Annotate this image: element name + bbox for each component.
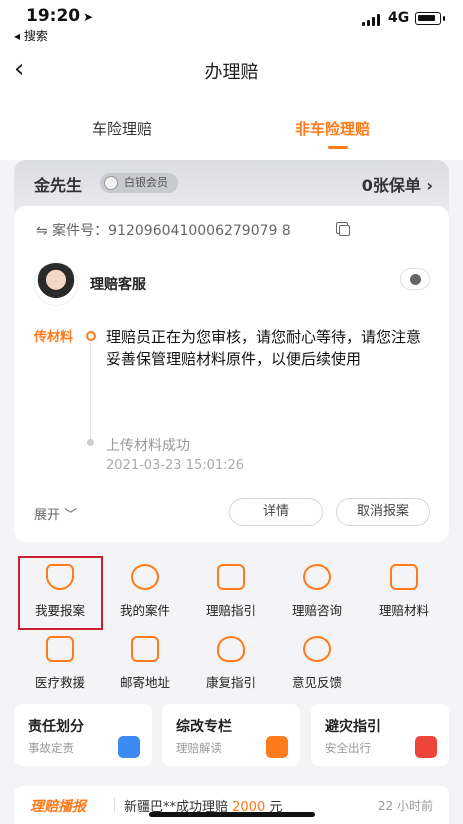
active-tab-indicator bbox=[328, 146, 348, 149]
broadcast-time: 22 小时前 bbox=[377, 799, 433, 813]
grid-label: 理赔材料 bbox=[378, 603, 429, 618]
member-level-badge: 白银会员 bbox=[100, 173, 178, 193]
card-title: 综改专栏 bbox=[176, 719, 232, 735]
status-bar: 19:20 ➤ ◂ 搜索 4G bbox=[0, 0, 463, 46]
grid-label: 医疗救援 bbox=[34, 675, 85, 690]
book-icon bbox=[390, 564, 418, 590]
feedback-icon bbox=[303, 636, 331, 662]
case-number: ⇋ 案件号：9120960410006279079 8 bbox=[36, 223, 291, 239]
claim-broadcast[interactable]: 理赔播报 新疆巴**成功理赔 2000 元 22 小时前 bbox=[14, 786, 449, 824]
location-icon: ➤ bbox=[83, 10, 94, 24]
grid-item-medical-rescue[interactable]: 医疗救援 bbox=[18, 628, 102, 691]
tab-non-vehicle-claim[interactable]: 非车险理赔 bbox=[295, 118, 370, 139]
grid-item-feedback[interactable]: 意见反馈 bbox=[275, 628, 359, 691]
cancel-report-button[interactable]: 取消报案 bbox=[336, 498, 430, 526]
grid-item-claim-materials[interactable]: 理赔材料 bbox=[362, 556, 446, 619]
chat-icon[interactable] bbox=[400, 268, 430, 290]
medical-kit-icon bbox=[46, 636, 74, 662]
timeline-current-text: 理赔员正在为您审核，请您耐心等待，请您注意妥善保管理赔材料原件，以便后续使用 bbox=[106, 328, 422, 368]
tab-vehicle-claim[interactable]: 车险理赔 bbox=[92, 118, 152, 139]
back-to-app-link[interactable]: ◂ 搜索 bbox=[14, 27, 48, 44]
network-type: 4G bbox=[388, 10, 410, 26]
grid-item-recovery-guide[interactable]: 康复指引 bbox=[189, 628, 273, 691]
graduation-cap-icon bbox=[118, 736, 140, 758]
highlight-box bbox=[18, 556, 103, 630]
user-icon bbox=[303, 564, 331, 590]
heart-icon bbox=[217, 636, 245, 662]
grid-label: 康复指引 bbox=[205, 675, 256, 690]
grid-label: 我的案件 bbox=[119, 603, 170, 618]
broadcast-label: 理赔播报 bbox=[30, 799, 86, 815]
timeline-line bbox=[90, 343, 91, 441]
grid-item-claim-guide[interactable]: 理赔指引 bbox=[189, 556, 273, 619]
grid-item-mail-address[interactable]: 邮寄地址 bbox=[103, 628, 187, 691]
timeline-stage-label: 传材料 bbox=[34, 330, 74, 345]
grid-label: 意见反馈 bbox=[291, 675, 342, 690]
agent-avatar bbox=[34, 262, 78, 306]
home-indicator bbox=[149, 812, 315, 817]
card-subtitle: 事故定责 bbox=[28, 741, 74, 755]
policy-count-link[interactable]: 0张保单 › bbox=[362, 172, 433, 196]
mailbox-icon bbox=[131, 636, 159, 662]
timeline-active-dot bbox=[86, 331, 96, 341]
battery-icon bbox=[415, 12, 445, 25]
lightning-icon bbox=[415, 736, 437, 758]
status-time: 19:20 ➤ bbox=[26, 6, 94, 26]
expand-toggle[interactable]: 展开 ﹀ bbox=[34, 504, 77, 523]
grid-item-claim-consult[interactable]: 理赔咨询 bbox=[275, 556, 359, 619]
card-subtitle: 理赔解读 bbox=[176, 741, 222, 755]
grid-label: 理赔咨询 bbox=[291, 603, 342, 618]
claim-detail-panel: ⇋ 案件号：9120960410006279079 8 理赔客服 传材料 理赔员… bbox=[14, 206, 449, 542]
card-reform-column[interactable]: 综改专栏 理赔解读 bbox=[162, 704, 300, 766]
nav-bar: ‹ 办理赔 bbox=[0, 46, 463, 96]
divider bbox=[114, 798, 115, 812]
signal-icon bbox=[362, 14, 382, 26]
member-badge-icon bbox=[104, 176, 118, 190]
timeline-past-text: 上传材料成功 bbox=[106, 438, 190, 454]
timeline-past-dot bbox=[87, 439, 94, 446]
card-liability[interactable]: 责任划分 事故定责 bbox=[14, 704, 152, 766]
grid-label: 理赔指引 bbox=[205, 603, 256, 618]
page-title: 办理赔 bbox=[204, 62, 259, 83]
card-subtitle: 安全出行 bbox=[325, 741, 371, 755]
edit-doc-icon bbox=[217, 564, 245, 590]
search-doc-icon bbox=[131, 564, 159, 590]
detail-button[interactable]: 详情 bbox=[229, 498, 323, 526]
card-disaster-guide[interactable]: 避灾指引 安全出行 bbox=[311, 704, 449, 766]
grid-item-my-cases[interactable]: 我的案件 bbox=[103, 556, 187, 619]
member-name: 金先生 bbox=[34, 176, 83, 195]
grid-label: 邮寄地址 bbox=[119, 675, 170, 690]
document-icon bbox=[266, 736, 288, 758]
card-title: 避灾指引 bbox=[325, 719, 381, 735]
claim-card: 金先生 白银会员 0张保单 › ⇋ 案件号：912096041000627907… bbox=[14, 160, 449, 542]
copy-icon[interactable] bbox=[336, 222, 350, 236]
claim-type-tabs: 车险理赔 非车险理赔 bbox=[0, 96, 463, 160]
timeline-past-time: 2021-03-23 15:01:26 bbox=[106, 458, 245, 473]
card-title: 责任划分 bbox=[28, 719, 84, 735]
agent-name: 理赔客服 bbox=[90, 277, 146, 293]
